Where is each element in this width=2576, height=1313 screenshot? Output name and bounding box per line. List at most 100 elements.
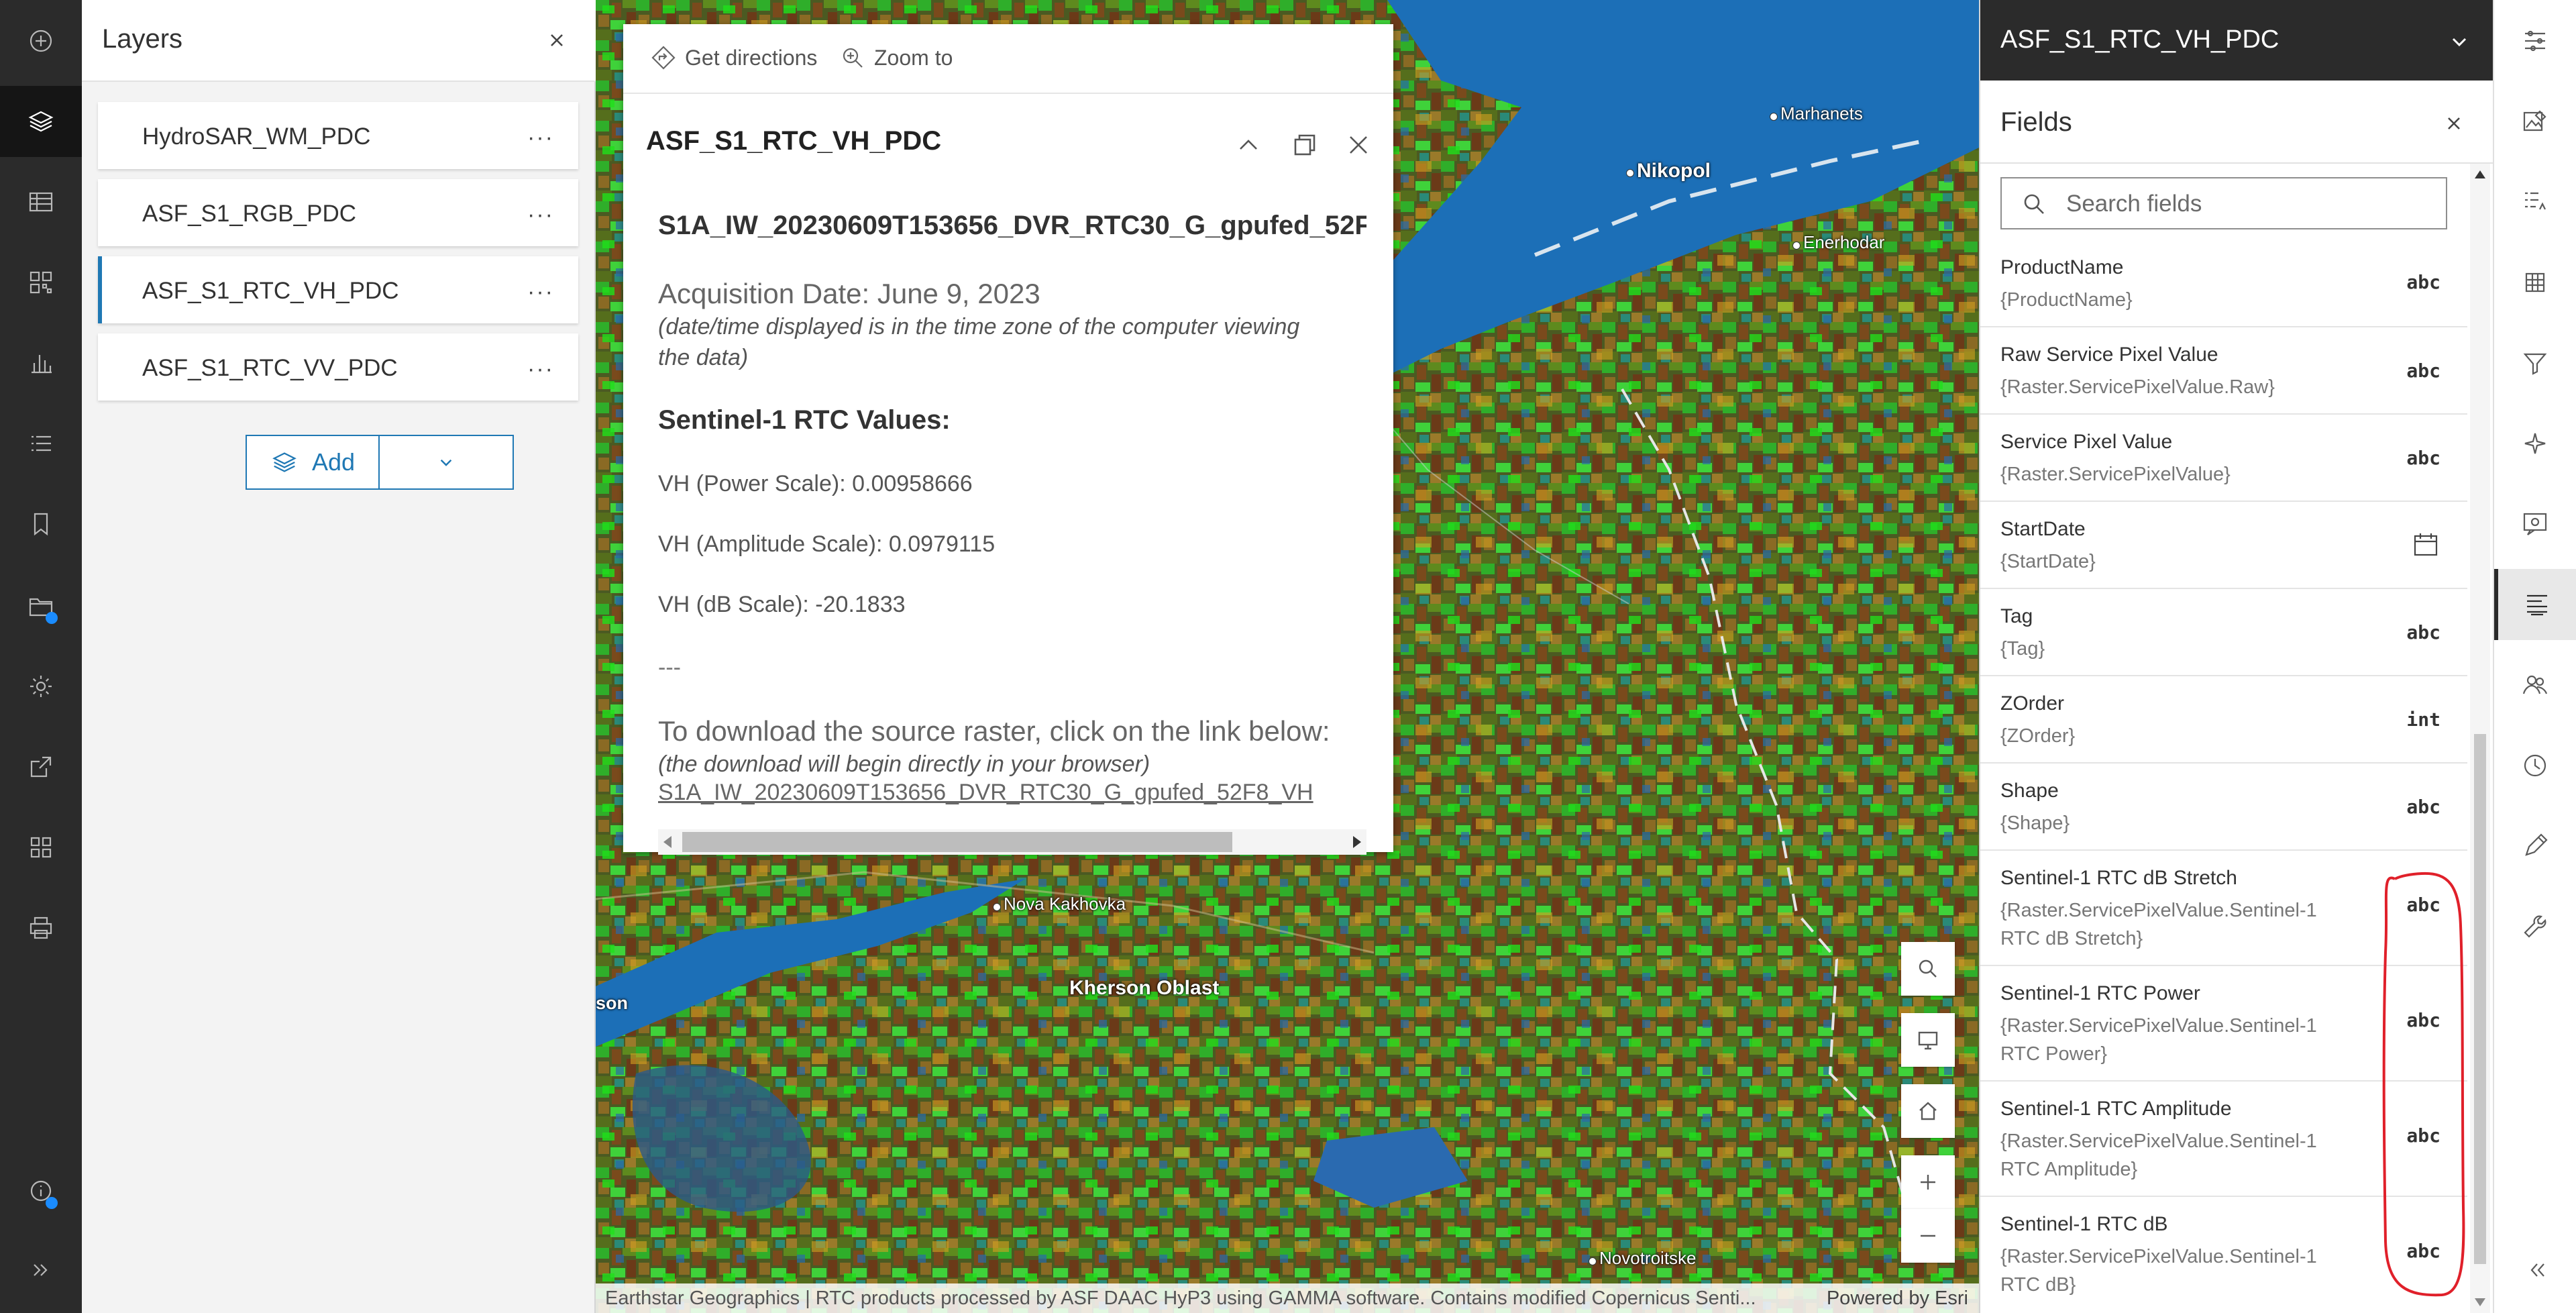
legend-button[interactable] — [0, 408, 82, 479]
tables-button[interactable] — [0, 166, 82, 238]
popup-content: S1A_IW_20230609T153656_DVR_RTC30_G_gpufe… — [658, 189, 1366, 813]
layer-item[interactable]: HydroSAR_WM_PDC ··· — [98, 102, 578, 169]
sketch-button[interactable] — [2494, 810, 2576, 882]
add-content-button[interactable] — [0, 5, 82, 76]
bookmarks-button[interactable] — [0, 488, 82, 560]
field-item[interactable]: ProductName {ProductName} abc — [1980, 247, 2467, 327]
fields-button[interactable] — [2494, 569, 2576, 640]
map-attribution: Earthstar Geographics | RTC products pro… — [596, 1283, 1979, 1313]
timezone-note: the data) — [658, 345, 749, 370]
settings-button[interactable] — [0, 651, 82, 722]
popup-config-icon — [2523, 513, 2547, 535]
map-label-marhanets: Marhanets — [1770, 103, 1863, 123]
manage-users-button[interactable] — [2494, 649, 2576, 721]
field-item[interactable]: StartDate {StartDate} — [1980, 502, 2467, 589]
bar-chart-icon — [32, 355, 52, 374]
field-item[interactable]: ZOrder {ZOrder} int — [1980, 676, 2467, 764]
get-directions-button[interactable]: Get directions — [650, 44, 817, 71]
field-item[interactable]: Raw Service Pixel Value {Raster.ServiceP… — [1980, 327, 2467, 415]
time-settings-button[interactable] — [2494, 730, 2576, 801]
search-fields-input[interactable] — [2066, 187, 2428, 221]
field-type-badge: abc — [2406, 447, 2440, 469]
raster-functions-button[interactable] — [2494, 166, 2576, 238]
field-type-badge: abc — [2406, 796, 2440, 818]
field-expression: {StartDate} — [2000, 551, 2096, 572]
scrollbar-thumb[interactable] — [2474, 734, 2486, 1264]
attribution-text: Earthstar Geographics | RTC products pro… — [605, 1287, 1756, 1309]
field-name: Sentinel-1 RTC Amplitude — [2000, 1098, 2232, 1120]
qr-grid-button[interactable] — [0, 247, 82, 318]
download-link[interactable]: S1A_IW_20230609T153656_DVR_RTC30_G_gpufe… — [658, 780, 1313, 806]
close-popup-button[interactable] — [1344, 130, 1373, 160]
fields-icon — [2527, 594, 2547, 616]
layer-name: ASF_S1_RTC_VH_PDC — [142, 278, 399, 304]
powered-by-esri[interactable]: Powered by Esri — [1827, 1288, 1979, 1310]
print-button[interactable] — [0, 892, 82, 963]
scroll-down-arrow[interactable] — [2475, 1298, 2485, 1306]
add-label: Add — [311, 448, 356, 476]
field-expression: {ProductName} — [2000, 289, 2133, 311]
charts-button[interactable] — [0, 327, 82, 399]
fields-scrollbar[interactable] — [2470, 164, 2490, 1313]
layer-selector[interactable]: ASF_S1_RTC_VH_PDC — [1980, 0, 2494, 81]
scroll-up-arrow[interactable] — [2475, 170, 2485, 178]
field-item[interactable]: Sentinel-1 RTC dB {Raster.ServicePixelVa… — [1980, 1197, 2467, 1307]
styles-button[interactable] — [2494, 86, 2576, 157]
add-layer-button[interactable]: Add — [247, 436, 380, 488]
effects-button[interactable] — [2494, 408, 2576, 479]
tools-button[interactable] — [2494, 891, 2576, 962]
configure-popups-button[interactable] — [2494, 488, 2576, 560]
zoom-to-button[interactable]: Zoom to — [839, 44, 953, 71]
layer-options-button[interactable]: ··· — [527, 279, 554, 305]
scroll-right-arrow[interactable] — [1353, 836, 1361, 848]
field-item[interactable]: Tag {Tag} abc — [1980, 589, 2467, 676]
field-type-badge — [2411, 530, 2440, 564]
layer-item[interactable]: ASF_S1_RGB_PDC ··· — [98, 179, 578, 246]
filter-icon — [2523, 353, 2547, 375]
layer-item-selected[interactable]: ASF_S1_RTC_VH_PDC ··· — [98, 256, 578, 323]
timezone-note: (date/time displayed is in the time zone… — [658, 314, 1300, 339]
dock-popup-button[interactable] — [1290, 130, 1320, 160]
layer-options-button[interactable]: ··· — [527, 356, 554, 382]
field-item[interactable]: Sentinel-1 RTC dB Stretch {Raster.Servic… — [1980, 851, 2467, 966]
search-button[interactable] — [1901, 942, 1955, 996]
zoom-in-button[interactable] — [1901, 1155, 1955, 1209]
home-button[interactable] — [1901, 1084, 1955, 1138]
field-item[interactable]: Sentinel-1 RTC Amplitude {Raster.Service… — [1980, 1082, 2467, 1197]
screen-button[interactable] — [1901, 1013, 1955, 1067]
share-button[interactable] — [0, 731, 82, 802]
share-icon — [30, 756, 52, 778]
close-icon — [1350, 136, 1367, 154]
field-name: Raw Service Pixel Value — [2000, 344, 2218, 366]
popup-horizontal-scrollbar[interactable] — [658, 829, 1366, 855]
collapse-toolbar-button[interactable] — [2494, 1235, 2576, 1306]
scrollbar-thumb[interactable] — [682, 832, 1232, 852]
raster-grid-button[interactable] — [2494, 247, 2576, 318]
filter-button[interactable] — [2494, 327, 2576, 399]
search-fields-box[interactable] — [2000, 177, 2447, 229]
field-item[interactable]: Service Pixel Value {Raster.ServicePixel… — [1980, 415, 2467, 502]
zoom-out-button[interactable] — [1901, 1209, 1955, 1263]
layers-button[interactable] — [0, 86, 82, 157]
map-label-novotroitske: Novotroitske — [1589, 1248, 1697, 1268]
collapse-popup-button[interactable] — [1234, 130, 1263, 160]
layer-item[interactable]: ASF_S1_RTC_VV_PDC ··· — [98, 333, 578, 401]
folder-button[interactable] — [0, 570, 82, 641]
about-button[interactable] — [0, 1155, 82, 1226]
collapse-icon — [2530, 1263, 2544, 1277]
layer-options-button[interactable]: ··· — [527, 125, 554, 151]
scroll-left-arrow[interactable] — [663, 836, 672, 848]
close-icon[interactable] — [2440, 110, 2467, 137]
properties-button[interactable] — [2494, 5, 2576, 76]
add-dropdown-button[interactable] — [380, 436, 513, 488]
right-toolbar — [2493, 0, 2576, 1313]
close-icon[interactable] — [542, 25, 572, 55]
layer-name: ASF_S1_RGB_PDC — [142, 201, 357, 227]
expand-toolbar-button[interactable] — [0, 1235, 82, 1306]
layer-options-button[interactable]: ··· — [527, 202, 554, 228]
apps-button[interactable] — [0, 812, 82, 883]
chevron-down-icon[interactable] — [2447, 30, 2471, 54]
field-item[interactable]: Shape {Shape} abc — [1980, 764, 2467, 851]
qr-grid-icon — [30, 271, 52, 294]
field-item[interactable]: Sentinel-1 RTC Power {Raster.ServicePixe… — [1980, 966, 2467, 1082]
